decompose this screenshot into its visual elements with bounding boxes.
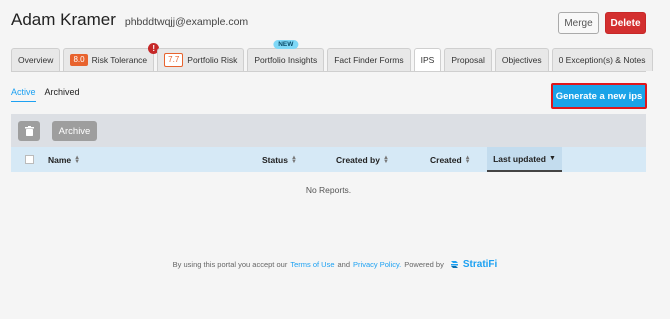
column-label: Name [48, 154, 72, 165]
tab-portfolio-risk[interactable]: 7.7 Portfolio Risk [157, 48, 245, 71]
column-label: Created by [336, 154, 380, 165]
tab-bar: Overview 8.0 Risk Tolerance ! 7.7 Portfo… [11, 40, 656, 71]
generate-ips-button[interactable]: Generate a new ips [551, 83, 647, 109]
select-all-checkbox[interactable] [25, 155, 34, 164]
table-header: Name ▲ ▼ Status ▲ ▼ Created by ▲ ▼ Created … [11, 147, 646, 172]
tab-label: Portfolio Insights [254, 55, 318, 65]
tab-risk-tolerance[interactable]: 8.0 Risk Tolerance ! [63, 43, 160, 71]
stratifi-logo[interactable]: StratiFi [449, 259, 497, 270]
footer-and: and [337, 260, 351, 269]
column-name[interactable]: Name ▲ ▼ [48, 147, 80, 172]
merge-button[interactable]: Merge [558, 12, 599, 34]
sort-icon: ▲ ▼ [464, 154, 471, 165]
delete-button[interactable]: Delete [605, 12, 646, 34]
terms-link[interactable]: Terms of Use [290, 260, 334, 269]
tab-label: Overview [18, 55, 54, 65]
tab-label: 0 Exception(s) & Notes [558, 55, 646, 65]
tab-objectives[interactable]: Objectives [494, 48, 549, 71]
privacy-link[interactable]: Privacy Policy. [353, 260, 401, 269]
tab-overview[interactable]: Overview [11, 48, 61, 71]
column-status[interactable]: Status ▲ ▼ [262, 147, 297, 172]
table-toolbar: Archive [11, 114, 646, 147]
tab-portfolio-insights[interactable]: NEW Portfolio Insights [247, 40, 325, 71]
stratifi-logo-icon [450, 261, 458, 268]
subtab-bar: Active Archived [11, 87, 89, 102]
tab-label: Risk Tolerance [91, 55, 148, 65]
empty-state: No Reports. [305, 185, 352, 195]
new-badge: NEW [273, 40, 299, 49]
footer: By using this portal you accept our Term… [0, 259, 670, 270]
footer-text: By using this portal you accept our [172, 260, 288, 269]
sort-icon: ▲ ▼ [382, 154, 389, 165]
risk-score-badge: 8.0 [70, 54, 88, 66]
column-label: Last updated [493, 153, 546, 164]
subtab-active[interactable]: Active [11, 87, 36, 102]
tab-label: IPS [420, 55, 435, 65]
sort-desc-icon: ▼ [548, 155, 556, 162]
brand-name: StratiFi [462, 259, 498, 270]
sort-icon: ▲ ▼ [290, 154, 297, 165]
subtab-archived[interactable]: Archived [45, 87, 80, 102]
tab-divider [11, 71, 646, 72]
tab-exceptions-notes[interactable]: 0 Exception(s) & Notes [551, 48, 653, 71]
client-name: Adam Kramer [11, 10, 116, 29]
column-label: Created [430, 154, 462, 165]
column-last-updated[interactable]: Last updated ▼ [487, 147, 562, 172]
tab-label: Portfolio Risk [187, 55, 238, 65]
archive-button[interactable]: Archive [52, 121, 97, 141]
tab-fact-finder-forms[interactable]: Fact Finder Forms [327, 48, 411, 71]
footer-powered: Powered by [404, 260, 444, 269]
trash-icon [24, 126, 34, 136]
tab-label: Objectives [501, 55, 542, 65]
delete-selected-button[interactable] [18, 121, 40, 141]
client-header: Adam Kramer phbddtwqjj@example.com [11, 10, 248, 30]
column-created[interactable]: Created ▲ ▼ [430, 147, 471, 172]
client-email: phbddtwqjj@example.com [124, 16, 249, 28]
tab-ips[interactable]: IPS [413, 48, 442, 71]
sort-icon: ▲ ▼ [74, 154, 81, 165]
risk-score-badge: 7.7 [164, 53, 184, 67]
column-label: Status [262, 154, 288, 165]
column-created-by[interactable]: Created by ▲ ▼ [336, 147, 389, 172]
tab-proposal[interactable]: Proposal [444, 48, 492, 71]
tab-label: Fact Finder Forms [334, 55, 404, 65]
tab-label: Proposal [451, 55, 485, 65]
